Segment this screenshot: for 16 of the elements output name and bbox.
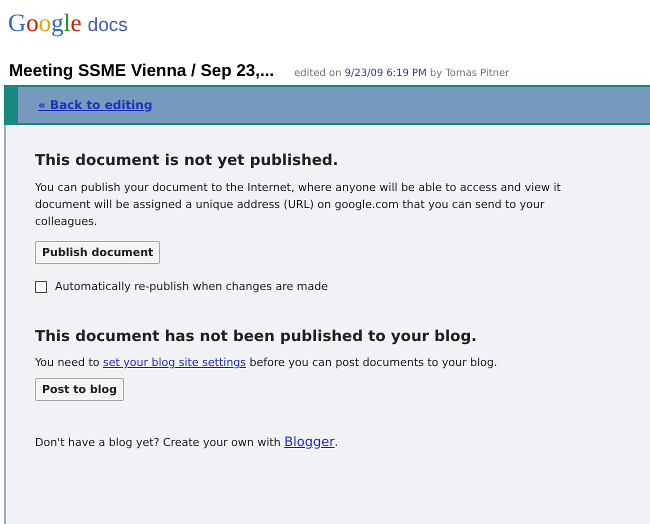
post-button[interactable]: Post to blog [35, 378, 124, 401]
settings-link[interactable]: set your blog site settings [102, 356, 246, 369]
section-heading: This document is not yet published. [35, 151, 340, 169]
blogger-link[interactable]: Blogger [284, 435, 335, 450]
blogger-note: Don't have a blog yet? Create your own with Blogger. [35, 435, 338, 450]
publish-description: You can publish your document to the Internet, where anyone will be able to access and view it document will be assigned a unique address (URL) on google.com that you can send to your colleagues. [35, 180, 561, 230]
google-logo: Google [8, 10, 82, 38]
blog-note: You need to set your blog site settings before you can post documents to your blog. [35, 356, 498, 369]
edit-date-link[interactable]: 9/23/09 6:19 PM [344, 68, 427, 79]
publish-button[interactable]: Publish document [35, 241, 160, 264]
edit-info: edited on 9/23/09 6:19 PM by Tomas Pitner [294, 68, 510, 79]
document-title: Meeting SSME Vienna / Sep 23,... [9, 61, 274, 81]
checkbox-label: Automatically re-publish when changes are made [55, 280, 328, 293]
section-heading: This document has not been published to your blog. [35, 327, 478, 345]
checkbox[interactable] [35, 280, 47, 292]
product-name: docs [88, 15, 128, 37]
